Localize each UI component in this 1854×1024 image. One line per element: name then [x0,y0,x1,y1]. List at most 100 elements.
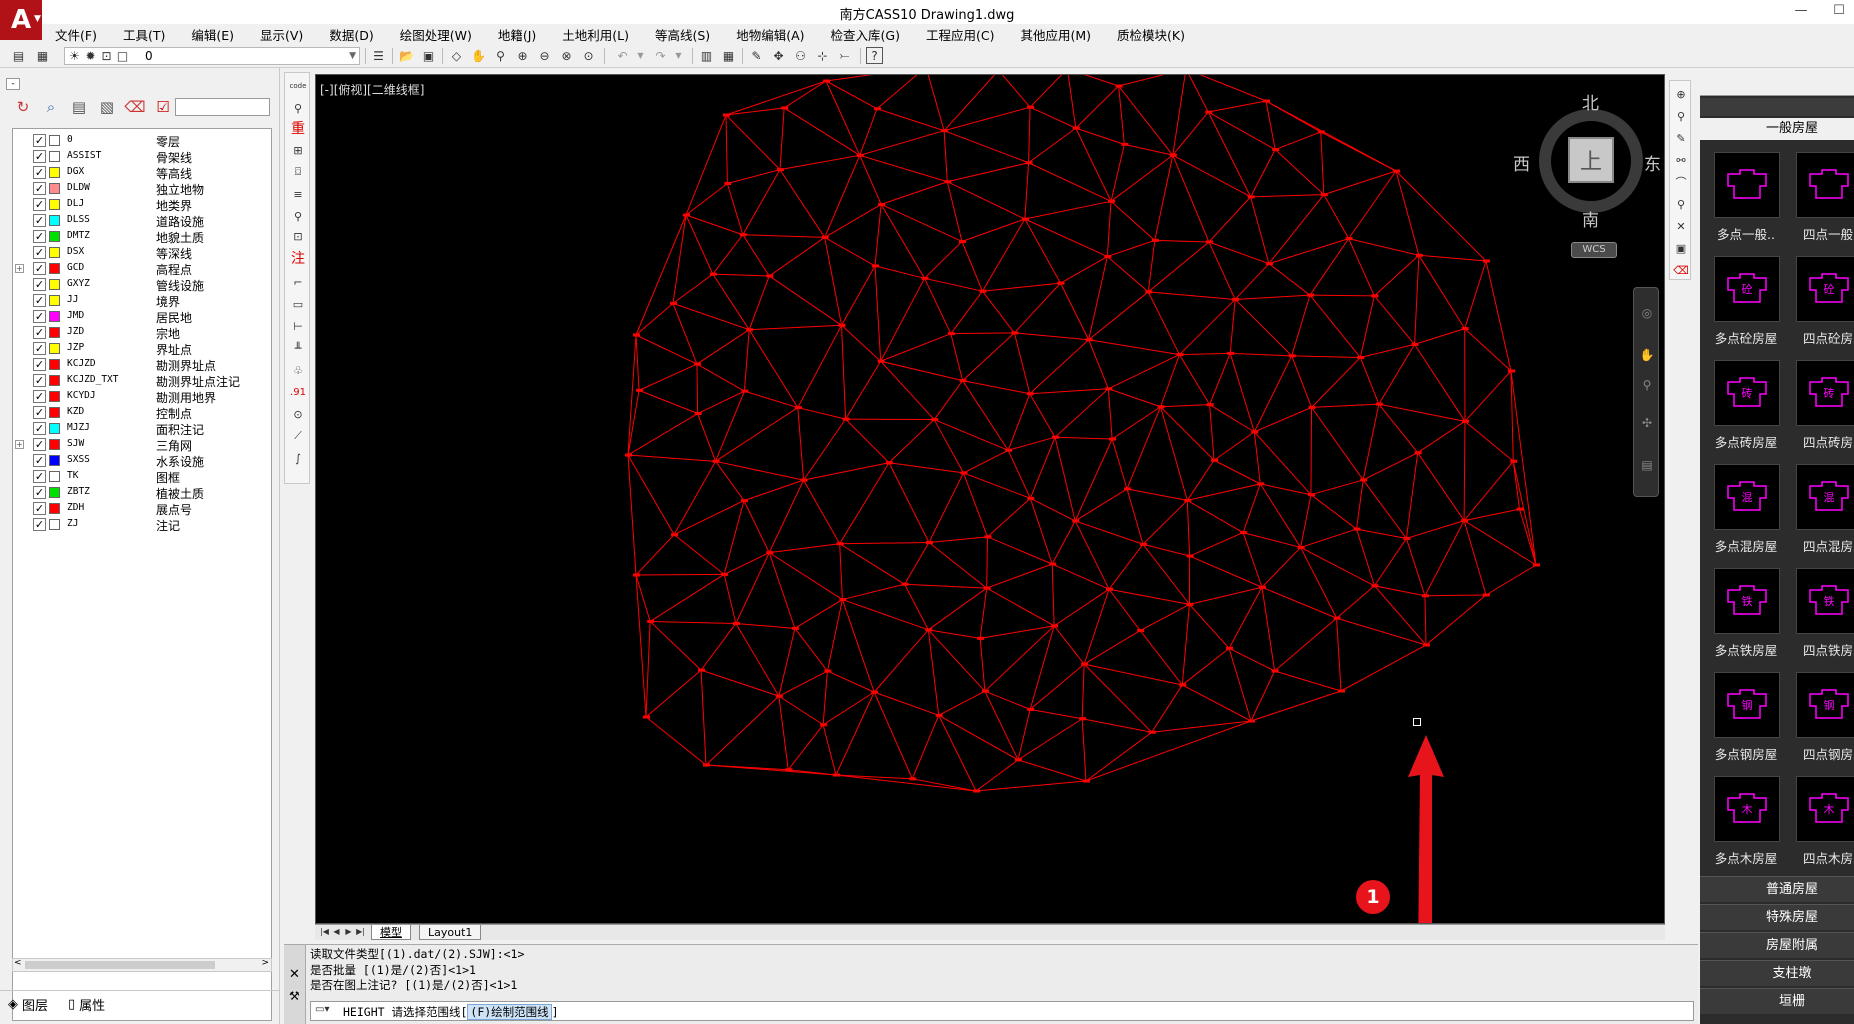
minimize-button[interactable]: — [1786,0,1816,22]
open-file-icon[interactable]: 📂 [398,47,415,64]
layer-color-swatch[interactable] [49,295,60,306]
zoom-icon[interactable]: ⚲ [1638,378,1656,396]
expand-icon[interactable]: + [15,264,24,273]
compass-east[interactable]: 东 [1644,150,1661,175]
layer-color-swatch[interactable] [49,375,60,386]
camera-icon[interactable]: ⌼ [289,163,307,181]
layer-visibility-checkbox[interactable]: ✓ [33,390,46,403]
layer-row[interactable]: ✓ KCYDJ 勘测用地界 [13,389,271,405]
pan-hand-icon[interactable]: ✋ [1638,348,1656,366]
compass-south[interactable]: 南 [1582,206,1599,231]
menu-quality-check[interactable]: 质检模块(K) [1104,25,1198,44]
layer-row[interactable]: + ✓ SJW 三角网 [13,437,271,453]
menu-draw-process[interactable]: 绘图处理(W) [387,25,485,44]
palette-tool-tile[interactable]: 混多点混房屋 [1696,464,1780,554]
layer-color-swatch[interactable] [49,151,60,162]
layer-visibility-checkbox[interactable]: ✓ [33,342,46,355]
tree-icon[interactable]: ♧ [289,361,307,379]
wrench-icon[interactable]: ⚒ [289,989,300,1003]
compass-north[interactable]: 北 [1582,89,1599,114]
palette-tool-tile[interactable]: 钢多点钢房屋 [1696,672,1780,762]
line-icon[interactable]: ⟋ [289,427,307,445]
viewport-label[interactable]: [-][俯视][二维线框] [320,81,424,98]
app-menu-logo-icon[interactable]: A ▼ [0,0,42,40]
tab-model[interactable]: 模型 [371,925,411,940]
grid-icon[interactable]: ⊞ [289,141,307,159]
palette-tool-tile[interactable]: 砼多点砼房屋 [1696,256,1780,346]
menu-engineering[interactable]: 工程应用(C) [913,25,1007,44]
layer-row[interactable]: ✓ ASSIST 骨架线 [13,149,271,165]
layer-color-swatch[interactable] [49,135,60,146]
layer-row[interactable]: ✓ JZD 宗地 [13,325,271,341]
layer-row[interactable]: ✓ SXSS 水系设施 [13,453,271,469]
curve-icon[interactable]: ∫ [289,449,307,467]
layer-color-swatch[interactable] [49,215,60,226]
fence-icon[interactable]: ╨ [289,339,307,357]
lock-icon[interactable]: ⊡ [98,47,115,64]
layer-visibility-checkbox[interactable]: ✓ [33,518,46,531]
layer-row[interactable]: ✓ ZBTZ 植被土质 [13,485,271,501]
menu-feature-edit[interactable]: 地物编辑(A) [723,25,817,44]
prev-layout-icon[interactable]: ◀ [331,926,342,938]
layer-visibility-checkbox[interactable]: ✓ [33,278,46,291]
snap-icon[interactable]: ⚇ [792,47,809,64]
elevation-point-icon[interactable]: .91 [289,383,307,401]
orbit-icon[interactable]: ✣ [1638,416,1656,434]
layer-visibility-checkbox[interactable]: ✓ [33,134,46,147]
zoom-object-icon[interactable]: ⊙ [580,47,597,64]
palette-tool-tile[interactable]: 砖多点砖房屋 [1696,360,1780,450]
circle-point-icon[interactable]: ⊙ [289,405,307,423]
steering-wheel-icon[interactable]: ◎ [1638,306,1656,324]
layer-row[interactable]: ✓ DLJ 地类界 [13,197,271,213]
redo-dropdown-icon[interactable]: ▼ [670,47,687,64]
extend-icon[interactable]: ⤚ [836,47,853,64]
redo-icon[interactable]: ↷ [652,47,669,64]
layer-row[interactable]: ✓ ZDH 展点号 [13,501,271,517]
layer-visibility-checkbox[interactable]: ✓ [33,422,46,435]
layer-visibility-checkbox[interactable]: ✓ [33,294,46,307]
vertical-ruler-icon[interactable]: ≡ [289,185,307,203]
menu-view[interactable]: 显示(V) [247,25,316,44]
trim-icon[interactable]: ⊹ [814,47,831,64]
layer-color-icon[interactable]: □ [114,47,131,64]
zoom-extents-icon[interactable]: ⊗ [558,47,575,64]
layer-row[interactable]: ✓ TK 图框 [13,469,271,485]
layer-row[interactable]: ✓ 0 零层 [13,133,271,149]
pencil-icon[interactable]: ✎ [1672,129,1690,147]
layer-group-icon[interactable]: ▧ [96,96,118,118]
palette-tool-tile[interactable]: 砖四点砖房 [1778,360,1854,450]
layer-color-swatch[interactable] [49,503,60,514]
scroll-left-icon[interactable]: < [14,958,22,968]
layer-visibility-checkbox[interactable]: ✓ [33,326,46,339]
layer-row[interactable]: ✓ DLSS 道路设施 [13,213,271,229]
layer-visibility-checkbox[interactable]: ✓ [33,198,46,211]
layer-visibility-checkbox[interactable]: ✓ [33,262,46,275]
layer-visibility-checkbox[interactable]: ✓ [33,230,46,243]
cross-icon[interactable]: ✕ [1672,217,1690,235]
layer-color-swatch[interactable] [49,423,60,434]
layer-visibility-checkbox[interactable]: ✓ [33,438,46,451]
arc-icon[interactable]: ⌒ [1672,173,1690,191]
layer-find-icon[interactable]: ⌕ [40,96,62,118]
zoom-previous-icon[interactable]: ⊖ [536,47,553,64]
palette-tool-tile[interactable]: 四点一般 [1778,152,1854,242]
layer-color-swatch[interactable] [49,279,60,290]
viewcube-top-face[interactable]: 上 [1568,137,1614,183]
lightbulb-icon[interactable]: ☀ [66,47,83,64]
menu-check-import[interactable]: 检查入库(G) [818,25,913,44]
scroll-thumb[interactable] [25,961,215,969]
zoom-realtime-icon[interactable]: ⚲ [492,47,509,64]
layer-visibility-checkbox[interactable]: ✓ [33,246,46,259]
layer-visibility-checkbox[interactable]: ✓ [33,470,46,483]
layer-row[interactable]: ✓ DMTZ 地貌土质 [13,229,271,245]
layer-row[interactable]: ✓ DSX 等深线 [13,245,271,261]
layer-row[interactable]: ✓ JJ 境界 [13,293,271,309]
link-icon[interactable]: ⚯ [1672,151,1690,169]
eraser-icon[interactable]: ◇ [448,47,465,64]
layer-row[interactable]: ✓ JZP 界址点 [13,341,271,357]
window-icon[interactable]: ▣ [1672,239,1690,257]
layer-row[interactable]: ✓ JMD 居民地 [13,309,271,325]
annotate-icon[interactable]: 注 [289,249,307,267]
wcs-dropdown[interactable]: WCS [1571,242,1617,258]
layer-color-swatch[interactable] [49,343,60,354]
